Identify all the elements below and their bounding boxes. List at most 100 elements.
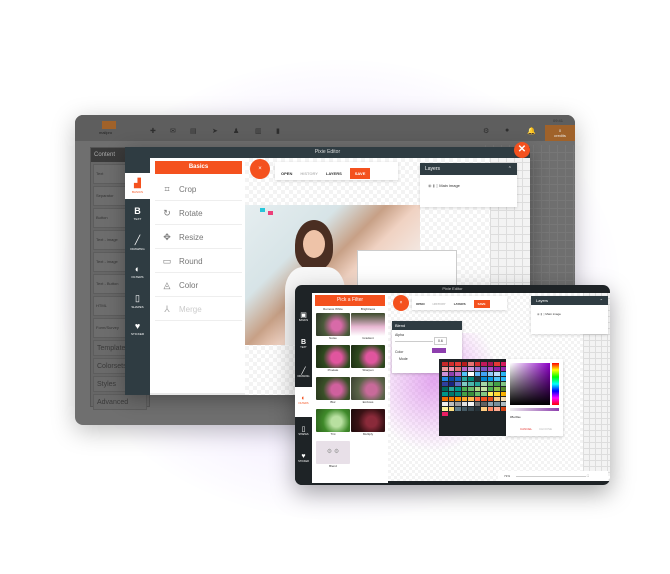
color-swatch[interactable] [474, 382, 480, 386]
color-swatch[interactable] [442, 367, 448, 371]
color-swatch[interactable] [468, 392, 474, 396]
color-swatch[interactable] [468, 397, 474, 401]
color-swatch[interactable] [487, 407, 493, 411]
color-swatch[interactable] [468, 372, 474, 376]
color-swatch[interactable] [481, 377, 487, 381]
color-swatch[interactable] [448, 407, 454, 411]
filter-gradient[interactable]: Gradient [351, 313, 385, 340]
color-swatch[interactable] [481, 387, 487, 391]
bell-icon[interactable]: 🔔 [527, 127, 536, 135]
rail-sticker[interactable]: ♥ STICKER [125, 318, 150, 344]
color-swatch[interactable] [474, 372, 480, 376]
section-advanced[interactable]: Advanced [93, 394, 147, 410]
color-swatch[interactable] [455, 362, 461, 366]
color-swatch[interactable] [481, 382, 487, 386]
color-swatch[interactable] [487, 362, 493, 366]
tool-rotate[interactable]: ↻ Rotate [155, 202, 242, 225]
color-swatch[interactable] [461, 377, 467, 381]
color-swatch[interactable] [468, 367, 474, 371]
color-swatch[interactable] [481, 362, 487, 366]
color-swatch[interactable] [494, 402, 500, 406]
plus-icon[interactable]: ✚ [150, 127, 156, 135]
save-button[interactable]: SAVE [349, 168, 371, 179]
color-swatch[interactable] [461, 407, 467, 411]
color-swatch[interactable] [487, 377, 493, 381]
color-swatch[interactable] [442, 387, 448, 391]
color-swatch[interactable] [474, 397, 480, 401]
color-swatch[interactable] [448, 387, 454, 391]
color-swatch[interactable] [448, 377, 454, 381]
color-swatch[interactable] [468, 362, 474, 366]
color-swatch[interactable] [455, 367, 461, 371]
color-swatch[interactable] [442, 377, 448, 381]
filter-pixelate[interactable]: Pixelate [316, 345, 350, 372]
rail-shapes[interactable]: ▯ SHAPES [125, 290, 150, 316]
color-swatch[interactable] [487, 372, 493, 376]
color-swatch[interactable] [461, 362, 467, 366]
close-panel-button[interactable]: × [393, 295, 409, 311]
color-swatch[interactable] [468, 382, 474, 386]
document-icon[interactable]: ▥ [255, 127, 262, 135]
filter-blur[interactable]: Blur [316, 377, 350, 404]
color-swatch[interactable] [487, 392, 493, 396]
color-swatch[interactable] [455, 397, 461, 401]
color-swatch[interactable] [461, 397, 467, 401]
color-swatch[interactable] [474, 387, 480, 391]
color-swatch[interactable] [481, 397, 487, 401]
filter-sharpen[interactable]: Sharpen [351, 345, 385, 372]
users-icon[interactable]: ♟ [233, 127, 239, 135]
rail-drawing[interactable]: ╱ DRAWING [125, 232, 150, 258]
fullscreen-icon[interactable]: ⛶ [587, 474, 589, 478]
color-swatch[interactable] [448, 392, 454, 396]
filter-tint[interactable]: Tint [316, 409, 350, 436]
alpha-slider[interactable] [395, 340, 433, 342]
rail-text[interactable]: B TEXT [295, 331, 312, 361]
color-swatch-grid[interactable] [439, 359, 519, 436]
mail-icon[interactable]: ✉ [170, 127, 176, 135]
open-button[interactable]: OPEN [416, 302, 425, 306]
chevron-up-icon[interactable]: ⌃ [508, 163, 512, 175]
send-icon[interactable]: ➤ [212, 127, 218, 135]
color-swatch[interactable] [461, 402, 467, 406]
cancel-button[interactable]: CANCEL [520, 427, 532, 431]
layers-button[interactable]: LAYERS [454, 302, 466, 306]
filter-brightness[interactable]: Brightness [351, 307, 385, 311]
rail-sticker[interactable]: ♥ STICKER [295, 445, 312, 475]
tool-crop[interactable]: ⌗ Crop [155, 178, 242, 201]
alpha-slider[interactable] [510, 408, 559, 411]
color-swatch[interactable] [461, 367, 467, 371]
color-swatch[interactable] [461, 387, 467, 391]
filter-remove-white[interactable]: Remove White [316, 307, 350, 311]
credits-badge[interactable]: 0 credits [545, 125, 575, 141]
saturation-area[interactable] [510, 363, 550, 405]
color-swatch[interactable] [468, 402, 474, 406]
gear-icon[interactable]: ⚙ [483, 127, 489, 135]
color-swatch[interactable] [448, 372, 454, 376]
color-swatch[interactable] [474, 367, 480, 371]
close-modal-button[interactable]: ✕ [514, 142, 530, 158]
color-swatch-button[interactable] [432, 348, 447, 353]
color-swatch[interactable] [448, 402, 454, 406]
color-swatch[interactable] [494, 407, 500, 411]
layers-header[interactable]: Layers ⌃ [531, 296, 608, 305]
chart-icon[interactable]: ▮ [276, 127, 280, 135]
color-swatch[interactable] [448, 397, 454, 401]
save-button[interactable]: SAVE [473, 300, 490, 308]
color-swatch[interactable] [448, 367, 454, 371]
color-swatch[interactable] [474, 392, 480, 396]
color-swatch[interactable] [468, 407, 474, 411]
hue-slider[interactable] [552, 363, 559, 405]
color-swatch[interactable] [494, 387, 500, 391]
rail-text[interactable]: B TEXT [125, 203, 150, 229]
clipboard-icon[interactable]: ▤ [190, 127, 197, 135]
color-swatch[interactable] [494, 382, 500, 386]
color-swatch[interactable] [455, 372, 461, 376]
rail-filters[interactable]: ◐ FILTERS [125, 261, 150, 287]
color-swatch[interactable] [474, 362, 480, 366]
rail-basics[interactable]: ▟ BASICS [125, 173, 150, 199]
color-swatch[interactable] [494, 397, 500, 401]
color-swatch[interactable] [455, 402, 461, 406]
color-swatch[interactable] [448, 362, 454, 366]
help-icon[interactable]: ● [505, 127, 509, 134]
layer-row[interactable]: ◉ ▮ ▯ Main image [531, 305, 608, 323]
